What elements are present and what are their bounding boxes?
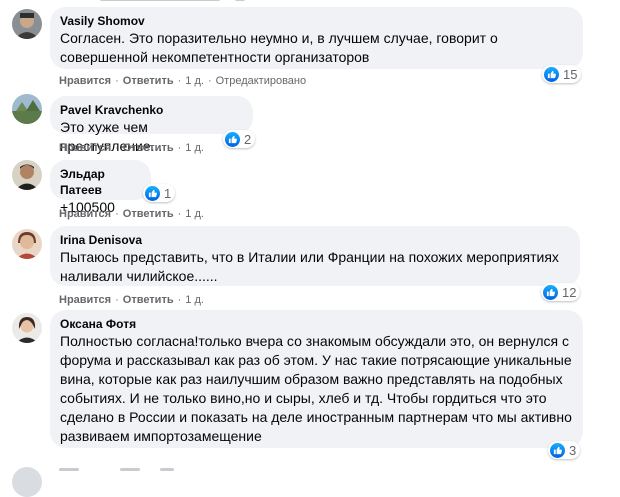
previous-comment-remnant	[0, 0, 620, 4]
comment-bubble: Эльдар Патеев +100500	[50, 160, 151, 215]
comment-time[interactable]: 1 д.	[185, 75, 204, 87]
edited-label[interactable]: Отредактировано	[216, 75, 307, 87]
like-link[interactable]: Нравится	[59, 208, 111, 220]
reaction-count-value: 12	[562, 284, 577, 300]
next-comment-remnant	[0, 462, 620, 497]
comment-bubble: Irina Denisova Пытаюсь представить, что …	[50, 226, 580, 286]
like-link[interactable]: Нравится	[59, 294, 111, 306]
reaction-count-value: 2	[244, 131, 252, 147]
reaction-count-value: 15	[563, 66, 578, 82]
reaction-count[interactable]: 12	[541, 283, 581, 301]
avatar[interactable]	[12, 313, 42, 343]
reaction-count[interactable]: 1	[143, 184, 176, 202]
like-icon	[544, 66, 559, 82]
like-icon	[225, 131, 240, 147]
like-icon	[145, 185, 160, 201]
comment-actions: Нравится · Ответить · 1 д.	[59, 294, 204, 306]
comment-text: Полностью согласна!только вчера со знако…	[60, 333, 572, 444]
comment-text: Пытаюсь представить, что в Италии или Фр…	[60, 249, 559, 284]
comment-author[interactable]: Vasily Shomov	[60, 13, 573, 29]
avatar[interactable]	[12, 160, 42, 190]
comment-bubble: Vasily Shomov Согласен. Это поразительно…	[50, 7, 583, 69]
avatar[interactable]	[12, 9, 42, 39]
comment-actions: Нравится · Ответить · 1 д.	[59, 142, 204, 154]
comment-bubble: Оксана Фотя Полностью согласна!только вч…	[50, 310, 583, 448]
reply-link[interactable]: Ответить	[123, 142, 174, 154]
comment-bubble: Pavel Kravchenko Это хуже чем преступлен…	[50, 96, 253, 154]
like-link[interactable]: Нравится	[59, 142, 111, 154]
avatar[interactable]	[12, 229, 42, 259]
reply-link[interactable]: Ответить	[123, 208, 174, 220]
comment-actions: Нравится · Ответить · 1 д.	[59, 208, 204, 220]
reaction-count-value: 1	[164, 185, 172, 201]
comment-time[interactable]: 1 д.	[185, 294, 204, 306]
comment-actions: Нравится · Ответить · 1 д. · Отредактировано	[59, 75, 307, 87]
comment-author[interactable]: Оксана Фотя	[60, 316, 573, 332]
reaction-count[interactable]: 2	[223, 130, 256, 148]
like-link[interactable]: Нравится	[59, 75, 111, 87]
reaction-count[interactable]: 15	[542, 65, 582, 83]
comment-author[interactable]: Pavel Kravchenko	[60, 102, 243, 118]
comment-time[interactable]: 1 д.	[185, 208, 204, 220]
avatar[interactable]	[12, 94, 42, 124]
reaction-count-value: 3	[569, 442, 577, 458]
comment-author[interactable]: Irina Denisova	[60, 232, 570, 248]
comment-author[interactable]: Эльдар Патеев	[60, 166, 141, 198]
reaction-count[interactable]: 3	[548, 441, 581, 459]
comment-text: Согласен. Это поразительно неумно и, в л…	[60, 30, 498, 65]
like-icon	[550, 442, 565, 458]
reply-link[interactable]: Ответить	[123, 75, 174, 87]
comment-time[interactable]: 1 д.	[185, 142, 204, 154]
reply-link[interactable]: Ответить	[123, 294, 174, 306]
like-icon	[543, 284, 558, 300]
